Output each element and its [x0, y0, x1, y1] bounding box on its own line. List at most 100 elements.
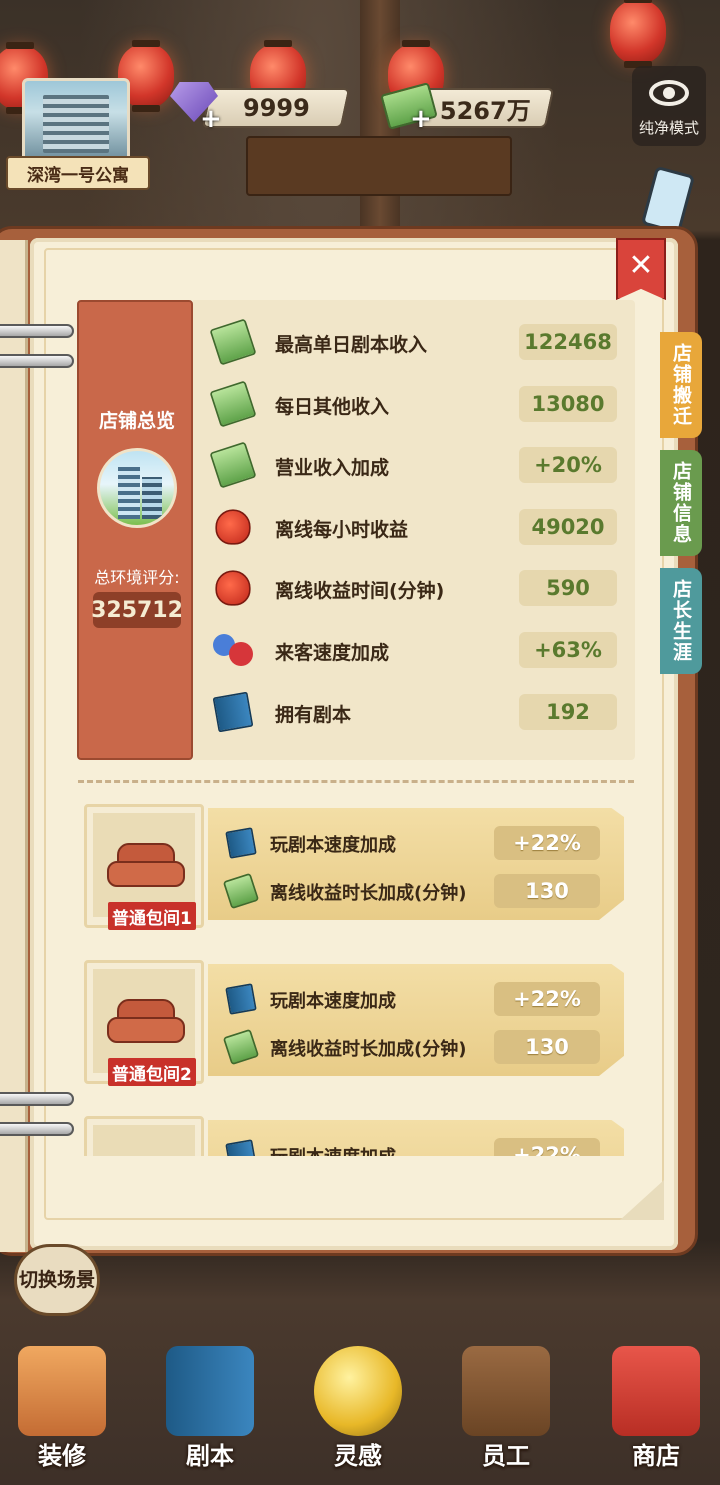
stat-value: 13080 [519, 386, 617, 422]
stat-value: 122468 [519, 324, 617, 360]
nav-staff[interactable]: 员工 [446, 1340, 566, 1480]
perk-row: 离线收益时长加成(分钟) 130 [220, 1028, 620, 1068]
store-overview-title: 店铺总览 [98, 410, 175, 432]
tab-manager-career[interactable]: 店长生涯 [660, 568, 702, 674]
environment-score-label: 总环境评分: [94, 568, 180, 587]
money-bag-clock-icon [215, 570, 251, 606]
eye-icon [649, 80, 689, 106]
room-name: 普通包间2 [108, 1058, 196, 1086]
shop-icon [612, 1346, 700, 1436]
perk-label: 玩剧本速度加成 [270, 1143, 396, 1156]
stat-label: 拥有剧本 [275, 704, 352, 726]
perk-row: 玩剧本速度加成 +22% [220, 980, 620, 1020]
sofa-seat [107, 1017, 185, 1043]
perk-label: 离线收益时长加成(分钟) [270, 1039, 467, 1060]
room-thumbnail [84, 1116, 204, 1156]
perk-value: 130 [494, 874, 600, 908]
environment-score-value: 325712 [91, 592, 183, 628]
cash-stack-icon [209, 318, 257, 366]
sofa-seat [107, 861, 185, 887]
room-thumbnail-bg [93, 1125, 195, 1156]
sofa-icon [107, 843, 185, 891]
room-list[interactable]: 普通包间1 玩剧本速度加成 +22% 离线收益时长加成(分钟) 130 普通包间… [60, 790, 660, 1156]
script-speed-icon [225, 1139, 257, 1156]
pure-mode-button[interactable]: 纯净模式 [632, 66, 706, 146]
room-card: 普通包间2 玩剧本速度加成 +22% 离线收益时长加成(分钟) 130 [80, 960, 625, 1090]
close-icon: ✕ [628, 248, 654, 283]
section-divider [78, 780, 634, 783]
inspiration-icon [314, 1346, 402, 1436]
stat-row: 离线收益时间(分钟) 590 [193, 566, 635, 612]
nav-label: 剧本 [186, 1442, 234, 1470]
binder-ring [0, 354, 74, 368]
perk-row: 玩剧本速度加成 +22% [220, 1136, 620, 1156]
perk-row: 离线收益时长加成(分钟) 130 [220, 872, 620, 912]
stat-row: 营业收入加成 +20% [193, 441, 635, 489]
gem-amount: 9999 [242, 94, 310, 122]
stat-row: 来客速度加成 +63% [193, 628, 635, 674]
perk-value: +22% [494, 982, 600, 1016]
store-location-label: 深湾一号公寓 [6, 156, 150, 190]
perk-label: 玩剧本速度加成 [270, 835, 396, 856]
stat-value: 590 [519, 570, 617, 606]
add-cash-button[interactable]: + [410, 104, 432, 134]
nav-label: 装修 [38, 1442, 86, 1470]
nav-label: 商店 [632, 1442, 680, 1470]
stat-value: +63% [519, 632, 617, 668]
room-card: 普通包间1 玩剧本速度加成 +22% 离线收益时长加成(分钟) 130 [80, 804, 625, 934]
perk-label: 离线收益时长加成(分钟) [270, 883, 467, 904]
tab-store-info[interactable]: 店铺信息 [660, 450, 702, 556]
stat-value: 49020 [519, 509, 617, 545]
stat-value: 192 [519, 694, 617, 730]
perk-label: 玩剧本速度加成 [270, 991, 396, 1012]
stat-row: 每日其他收入 13080 [193, 380, 635, 428]
perk-value: +22% [494, 826, 600, 860]
nav-label: 灵感 [334, 1442, 382, 1470]
decorate-icon [18, 1346, 106, 1436]
cash-up-icon [209, 441, 257, 489]
switch-scene-button[interactable]: 切换场景 [14, 1244, 100, 1316]
visitors-icon [211, 628, 255, 672]
room-name: 普通包间1 [108, 902, 196, 930]
stat-label: 来客速度加成 [275, 642, 390, 664]
script-icon [166, 1346, 254, 1436]
stat-label: 离线收益时间(分钟) [275, 580, 445, 602]
pure-mode-label: 纯净模式 [638, 119, 699, 137]
nav-decorate[interactable]: 装修 [2, 1340, 122, 1480]
script-speed-icon [225, 827, 257, 859]
script-book-icon [212, 691, 254, 733]
room-card: 玩剧本速度加成 +22% [80, 1116, 625, 1156]
offline-time-icon [222, 1028, 260, 1066]
perk-value: 130 [494, 1030, 600, 1064]
stat-value: +20% [519, 447, 617, 483]
nav-label: 员工 [482, 1442, 530, 1470]
stat-row: 拥有剧本 192 [193, 690, 635, 736]
stat-row: 离线每小时收益 49020 [193, 505, 635, 551]
stat-label: 每日其他收入 [275, 396, 390, 418]
offline-time-icon [222, 872, 260, 910]
stat-label: 营业收入加成 [275, 457, 390, 479]
counter-decoration [246, 136, 512, 196]
cash-counter[interactable]: 5267万 [415, 88, 555, 128]
store-building-thumbnail[interactable] [22, 78, 130, 162]
add-gems-button[interactable]: + [200, 104, 222, 134]
sofa-icon [107, 999, 185, 1047]
cash-extra-icon [209, 380, 257, 428]
store-overview-card: 店铺总览 总环境评分: 325712 [77, 300, 193, 760]
nav-inspiration[interactable]: 灵感 [298, 1340, 418, 1480]
nav-shop[interactable]: 商店 [596, 1340, 716, 1480]
gem-counter[interactable]: 9999 [201, 88, 351, 128]
stat-row: 最高单日剧本收入 122468 [193, 318, 635, 366]
perk-row: 玩剧本速度加成 +22% [220, 824, 620, 864]
stat-label: 最高单日剧本收入 [275, 334, 428, 356]
binder-ring [0, 324, 74, 338]
script-speed-icon [225, 983, 257, 1015]
perk-value: +22% [494, 1138, 600, 1156]
store-building-icon [97, 448, 177, 528]
staff-icon [462, 1346, 550, 1436]
nav-script[interactable]: 剧本 [150, 1340, 270, 1480]
stat-label: 离线每小时收益 [275, 519, 409, 541]
money-bag-icon [215, 509, 251, 545]
cash-amount: 5267万 [439, 96, 531, 125]
tab-store-relocation[interactable]: 店铺搬迁 [660, 332, 702, 438]
